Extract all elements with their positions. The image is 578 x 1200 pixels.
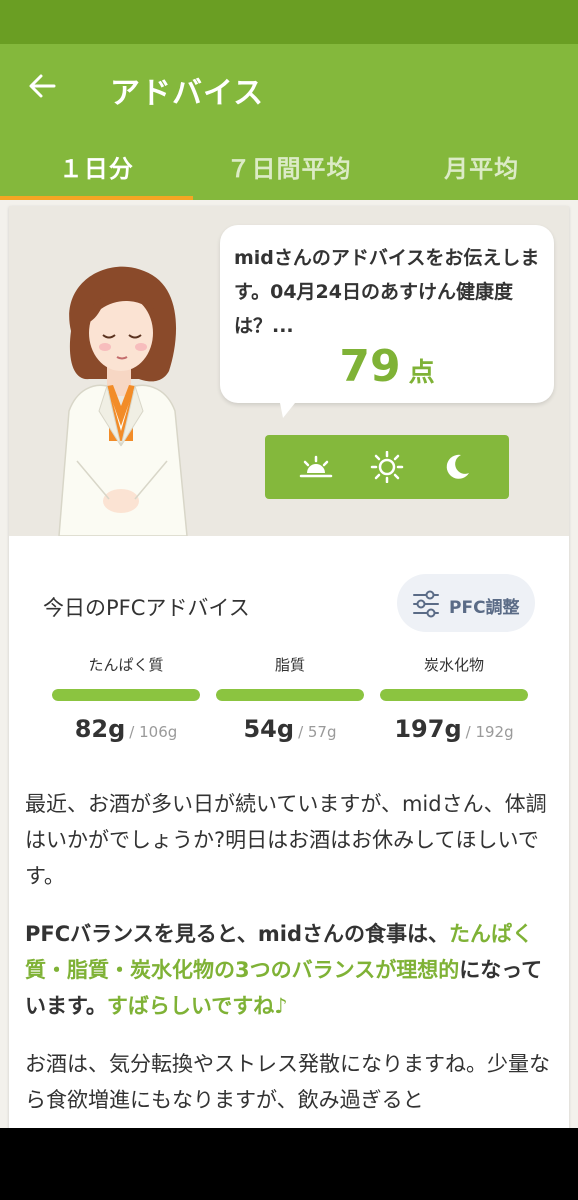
system-navigation-bar	[0, 1128, 578, 1200]
pfc-carbs: 炭水化物 197g/ 192g	[380, 654, 528, 743]
health-score: 79 点	[220, 341, 554, 392]
sliders-icon	[413, 590, 439, 618]
pfc-protein: たんぱく質 82g/ 106g	[52, 654, 200, 743]
tab-monthly-average[interactable]: 月平均	[385, 132, 578, 200]
pfc-carbs-value: 197g	[394, 715, 462, 743]
pfc-carbs-label: 炭水化物	[423, 656, 484, 674]
pfc-fat-target: / 57g	[298, 723, 337, 741]
pfc-fat-progress-bar	[216, 689, 364, 701]
advice-card: midさんのアドバイスをお伝えします。04月24日のあすけん健康度は？... 7…	[9, 206, 569, 1128]
pfc-adjust-button[interactable]: PFC調整	[397, 574, 535, 632]
tab-bar: １日分 ７日間平均 月平均	[0, 132, 578, 200]
speech-bubble-tail	[279, 398, 299, 418]
health-score-unit: 点	[408, 358, 435, 388]
pfc-protein-target: / 106g	[129, 723, 178, 741]
content-scroll[interactable]: midさんのアドバイスをお伝えします。04月24日のあすけん健康度は？... 7…	[0, 200, 578, 1128]
arrow-left-icon	[29, 74, 56, 98]
pfc-fat: 脂質 54g/ 57g	[216, 654, 364, 743]
moon-icon[interactable]	[441, 451, 475, 483]
pfc-protein-value: 82g	[74, 715, 126, 743]
health-score-value: 79	[339, 341, 401, 392]
advice-highlight-praise: すばらしいですね♪	[106, 994, 288, 1018]
pfc-carbs-target: / 192g	[465, 723, 514, 741]
advice-hero: midさんのアドバイスをお伝えします。04月24日のあすけん健康度は？... 7…	[9, 206, 569, 536]
advice-paragraph-3: お酒は、気分転換やストレス発散になりますね。少量なら食欲増進にもなりますが、飲み…	[25, 1052, 550, 1112]
advice-paragraph-2: PFCバランスを見ると、midさんの食事は、たんぱく質・脂質・炭水化物の3つのバ…	[25, 922, 543, 1018]
pfc-fat-value: 54g	[243, 715, 295, 743]
advisor-character-illustration	[58, 266, 188, 536]
sunrise-icon[interactable]	[299, 451, 333, 483]
status-bar	[0, 0, 578, 44]
pfc-protein-progress-fill	[52, 689, 200, 701]
pfc-fat-progress-fill	[216, 689, 364, 701]
advice-speech-bubble: midさんのアドバイスをお伝えします。04月24日のあすけん健康度は？... 7…	[220, 225, 554, 403]
pfc-protein-label: たんぱく質	[88, 656, 164, 674]
pfc-carbs-progress-fill	[380, 689, 528, 701]
sun-icon[interactable]	[370, 451, 404, 483]
pfc-protein-progress-bar	[52, 689, 200, 701]
back-button[interactable]	[18, 66, 66, 110]
pfc-adjust-label: PFC調整	[449, 598, 520, 618]
tab-seven-day-average[interactable]: ７日間平均	[193, 132, 386, 200]
advice-message: midさんのアドバイスをお伝えします。04月24日のあすけん健康度は？...	[234, 247, 540, 337]
advice-paragraph-1: 最近、お酒が多い日が続いていますが、midさん、体調はいかがでしょうか?明日はお…	[25, 792, 547, 888]
pfc-carbs-progress-bar	[380, 689, 528, 701]
page-title: アドバイス	[110, 76, 265, 111]
meal-time-toggle	[265, 435, 509, 499]
pfc-fat-label: 脂質	[274, 656, 305, 674]
tab-one-day[interactable]: １日分	[0, 132, 193, 200]
app-bar: アドバイス	[0, 44, 578, 132]
pfc-advice-title: 今日のPFCアドバイス	[43, 596, 250, 620]
